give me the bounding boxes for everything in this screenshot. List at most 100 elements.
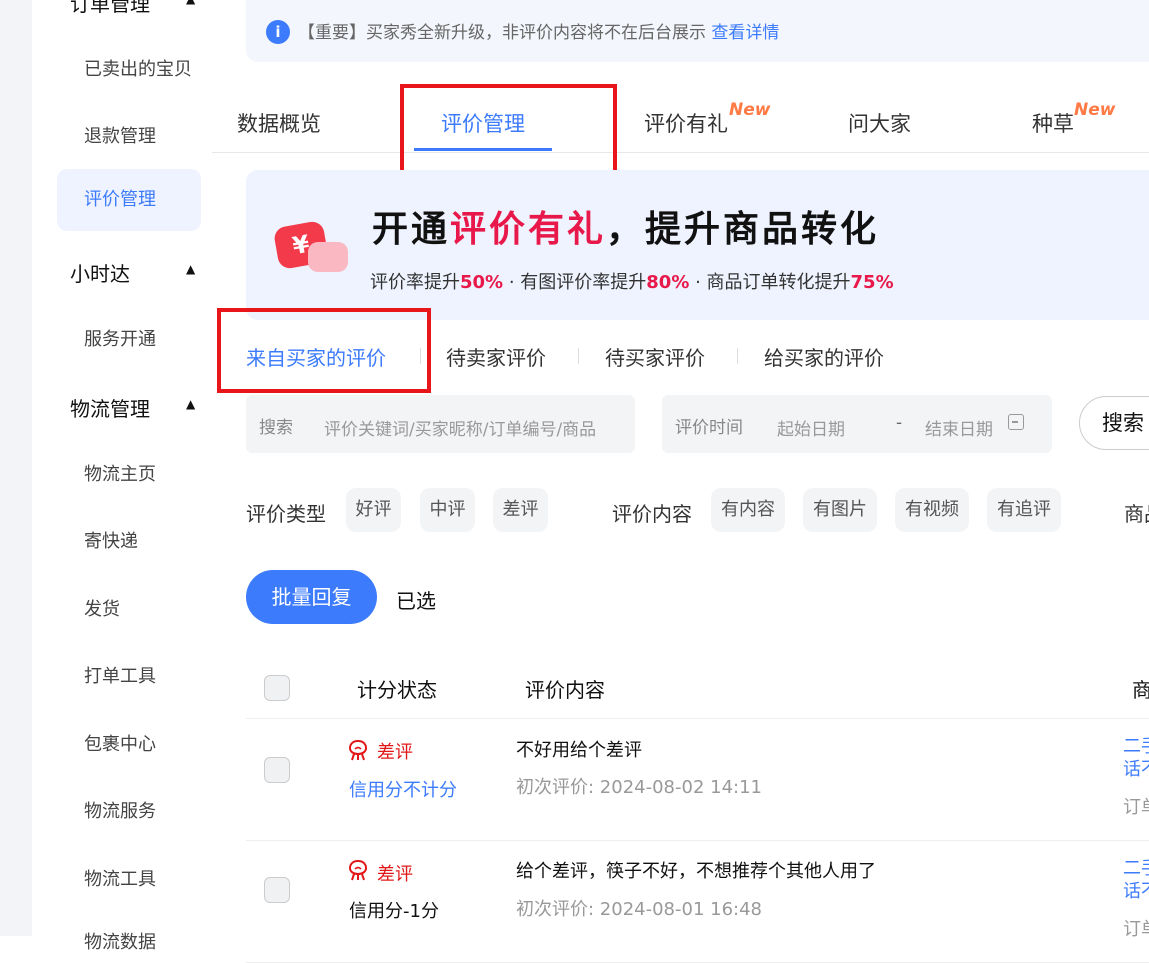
sidebar-item-package-center[interactable]: 包裹中心 bbox=[84, 730, 156, 756]
review-content-label: 评价内容 bbox=[612, 502, 692, 526]
selected-count-label: 已选 bbox=[396, 589, 436, 613]
product-link[interactable]: 二手 话不 bbox=[1123, 857, 1149, 903]
sidebar-item-reviews[interactable]: 评价管理 bbox=[57, 169, 201, 231]
search-placeholder: 评价关键词/买家昵称/订单编号/商品 bbox=[324, 420, 597, 440]
search-input[interactable]: 搜索 评价关键词/买家昵称/订单编号/商品 bbox=[246, 395, 635, 453]
tab-label: 评价有礼 bbox=[644, 112, 728, 136]
sidebar-item-send-express[interactable]: 寄快递 bbox=[84, 527, 138, 553]
banner-title: 开通评价有礼，提升商品转化 bbox=[372, 200, 879, 252]
review-text: 不好用给个差评 bbox=[516, 740, 642, 761]
table-row: 差评 信用分不计分 不好用给个差评 初次评价: 2024-08-02 14:11… bbox=[246, 719, 1149, 841]
tab-label: 种草 bbox=[1032, 112, 1074, 136]
sidebar-item-logistics-home[interactable]: 物流主页 bbox=[84, 460, 156, 486]
top-tabs: 数据概览 评价管理 评价有礼 New 问大家 种草 New bbox=[212, 90, 1149, 153]
credit-status: 信用分-1分 bbox=[349, 901, 439, 922]
banner-title-prefix: 开通 bbox=[372, 209, 451, 250]
search-button[interactable]: 搜索 bbox=[1079, 396, 1149, 450]
row-checkbox[interactable] bbox=[264, 877, 290, 903]
banner-metric-label: 评价率提升 bbox=[370, 272, 460, 293]
banner-title-suffix: ，提升商品转化 bbox=[606, 209, 880, 250]
date-separator: - bbox=[896, 413, 903, 433]
filter-chip-has-video[interactable]: 有视频 bbox=[895, 488, 969, 532]
speech-bubble-icon bbox=[308, 242, 348, 272]
tab-review-gift[interactable]: 评价有礼 New bbox=[644, 100, 770, 138]
subtab-to-buyers[interactable]: 给买家的评价 bbox=[764, 342, 884, 371]
product-link[interactable]: 二手 话不 bbox=[1123, 735, 1149, 781]
rating-label: 差评 bbox=[377, 742, 413, 763]
chevron-up-icon: ▲ bbox=[186, 397, 196, 411]
calendar-icon[interactable] bbox=[1008, 414, 1024, 430]
sidebar-item-logistics-data[interactable]: 物流数据 bbox=[84, 928, 156, 954]
product-filter-label: 商品 bbox=[1124, 502, 1149, 526]
filter-chip-has-content[interactable]: 有内容 bbox=[711, 488, 785, 532]
product-title-line: 二手 bbox=[1123, 736, 1149, 757]
subtab-pending-seller[interactable]: 待卖家评价 bbox=[446, 342, 546, 371]
sidebar-item-logistics-service[interactable]: 物流服务 bbox=[84, 797, 156, 823]
date-range-picker[interactable]: 评价时间 起始日期 - 结束日期 bbox=[662, 395, 1052, 453]
banner-metric-value: 80% bbox=[646, 272, 690, 293]
sidebar-item-logistics-tool[interactable]: 物流工具 bbox=[84, 865, 156, 891]
select-all-checkbox[interactable] bbox=[264, 675, 290, 701]
sidebar-item-service-activation[interactable]: 服务开通 bbox=[84, 325, 156, 351]
tab-seeding[interactable]: 种草 New bbox=[1032, 100, 1115, 138]
left-edge-strip bbox=[0, 0, 32, 936]
sidebar-item-print-tool[interactable]: 打单工具 bbox=[84, 662, 156, 688]
banner-metric-label: · 有图评价率提升 bbox=[503, 272, 647, 293]
promo-banner[interactable]: ¥ 开通评价有礼，提升商品转化 评价率提升50% · 有图评价率提升80% · … bbox=[246, 170, 1149, 320]
filter-row: 评价类型 好评 中评 差评 评价内容 有内容 有图片 有视频 有追评 商品 bbox=[246, 488, 1149, 532]
notice-text: 【重要】买家秀全新升级，非评价内容将不在后台展示 查看详情 bbox=[298, 18, 779, 43]
subtab-divider bbox=[737, 348, 738, 364]
subtab-pending-buyer[interactable]: 待买家评价 bbox=[605, 342, 705, 371]
banner-metric-value: 50% bbox=[460, 272, 504, 293]
product-title-line: 二手 bbox=[1123, 858, 1149, 879]
batch-reply-button[interactable]: 批量回复 bbox=[246, 570, 377, 624]
order-info: 订单 bbox=[1123, 919, 1149, 940]
chevron-up-icon: ▲ bbox=[186, 262, 196, 276]
filter-chip-neutral[interactable]: 中评 bbox=[420, 488, 475, 532]
negative-review-icon bbox=[348, 859, 368, 881]
sidebar-group-label: 小时达 bbox=[70, 262, 130, 286]
tab-ask-everyone[interactable]: 问大家 bbox=[848, 108, 911, 138]
order-info: 订单 bbox=[1123, 797, 1149, 818]
notice-bar: i 【重要】买家秀全新升级，非评价内容将不在后台展示 查看详情 bbox=[246, 0, 1149, 62]
tab-data-overview[interactable]: 数据概览 bbox=[237, 108, 321, 138]
sidebar-item-refund[interactable]: 退款管理 bbox=[84, 122, 156, 148]
sidebar-group-orders[interactable]: 订单管理 ▲ bbox=[70, 0, 195, 17]
banner-metric-label: · 商品订单转化提升 bbox=[689, 272, 851, 293]
banner-title-highlight: 评价有礼 bbox=[450, 209, 607, 250]
sidebar-group-xiaoshida[interactable]: 小时达 ▲ bbox=[70, 258, 195, 287]
negative-review-icon bbox=[348, 739, 368, 761]
filter-chip-has-followup[interactable]: 有追评 bbox=[987, 488, 1061, 532]
row-checkbox[interactable] bbox=[264, 757, 290, 783]
sidebar-group-label: 物流管理 bbox=[70, 397, 150, 421]
review-time: 初次评价: 2024-08-02 14:11 bbox=[516, 777, 762, 798]
notice-message: 【重要】买家秀全新升级，非评价内容将不在后台展示 bbox=[298, 23, 706, 43]
review-time: 初次评价: 2024-08-01 16:48 bbox=[516, 899, 762, 920]
sidebar-group-logistics[interactable]: 物流管理 ▲ bbox=[70, 393, 195, 422]
filter-chip-negative[interactable]: 差评 bbox=[493, 488, 548, 532]
sidebar-item-ship[interactable]: 发货 bbox=[84, 595, 120, 621]
main-content: i 【重要】买家秀全新升级，非评价内容将不在后台展示 查看详情 数据概览 评价管… bbox=[212, 0, 1149, 963]
rating-label: 差评 bbox=[377, 864, 413, 885]
table-header: 计分状态 评价内容 商品 bbox=[246, 660, 1149, 719]
table-row: 差评 信用分-1分 给个差评，筷子不好，不想推荐个其他人用了 初次评价: 202… bbox=[246, 841, 1149, 963]
header-score-status: 计分状态 bbox=[357, 678, 437, 702]
new-badge: New bbox=[729, 100, 771, 120]
sidebar-group-label: 订单管理 bbox=[70, 0, 150, 16]
start-date-field[interactable]: 起始日期 bbox=[777, 415, 845, 440]
banner-subtitle: 评价率提升50% · 有图评价率提升80% · 商品订单转化提升75% bbox=[370, 268, 894, 294]
filter-chip-has-image[interactable]: 有图片 bbox=[803, 488, 877, 532]
info-icon: i bbox=[266, 20, 290, 44]
review-text: 给个差评，筷子不好，不想推荐个其他人用了 bbox=[516, 861, 876, 882]
filter-chip-positive[interactable]: 好评 bbox=[346, 488, 401, 532]
subtab-divider bbox=[578, 348, 579, 364]
date-filter-label: 评价时间 bbox=[675, 418, 743, 438]
sidebar-item-sold[interactable]: 已卖出的宝贝 bbox=[84, 55, 192, 81]
banner-metric-value: 75% bbox=[850, 272, 894, 293]
header-review-content: 评价内容 bbox=[525, 678, 605, 702]
notice-details-link[interactable]: 查看详情 bbox=[711, 23, 779, 43]
credit-status[interactable]: 信用分不计分 bbox=[349, 776, 457, 802]
product-title-line: 话不 bbox=[1123, 759, 1149, 780]
end-date-field[interactable]: 结束日期 bbox=[925, 415, 995, 440]
search-label: 搜索 bbox=[259, 418, 293, 438]
